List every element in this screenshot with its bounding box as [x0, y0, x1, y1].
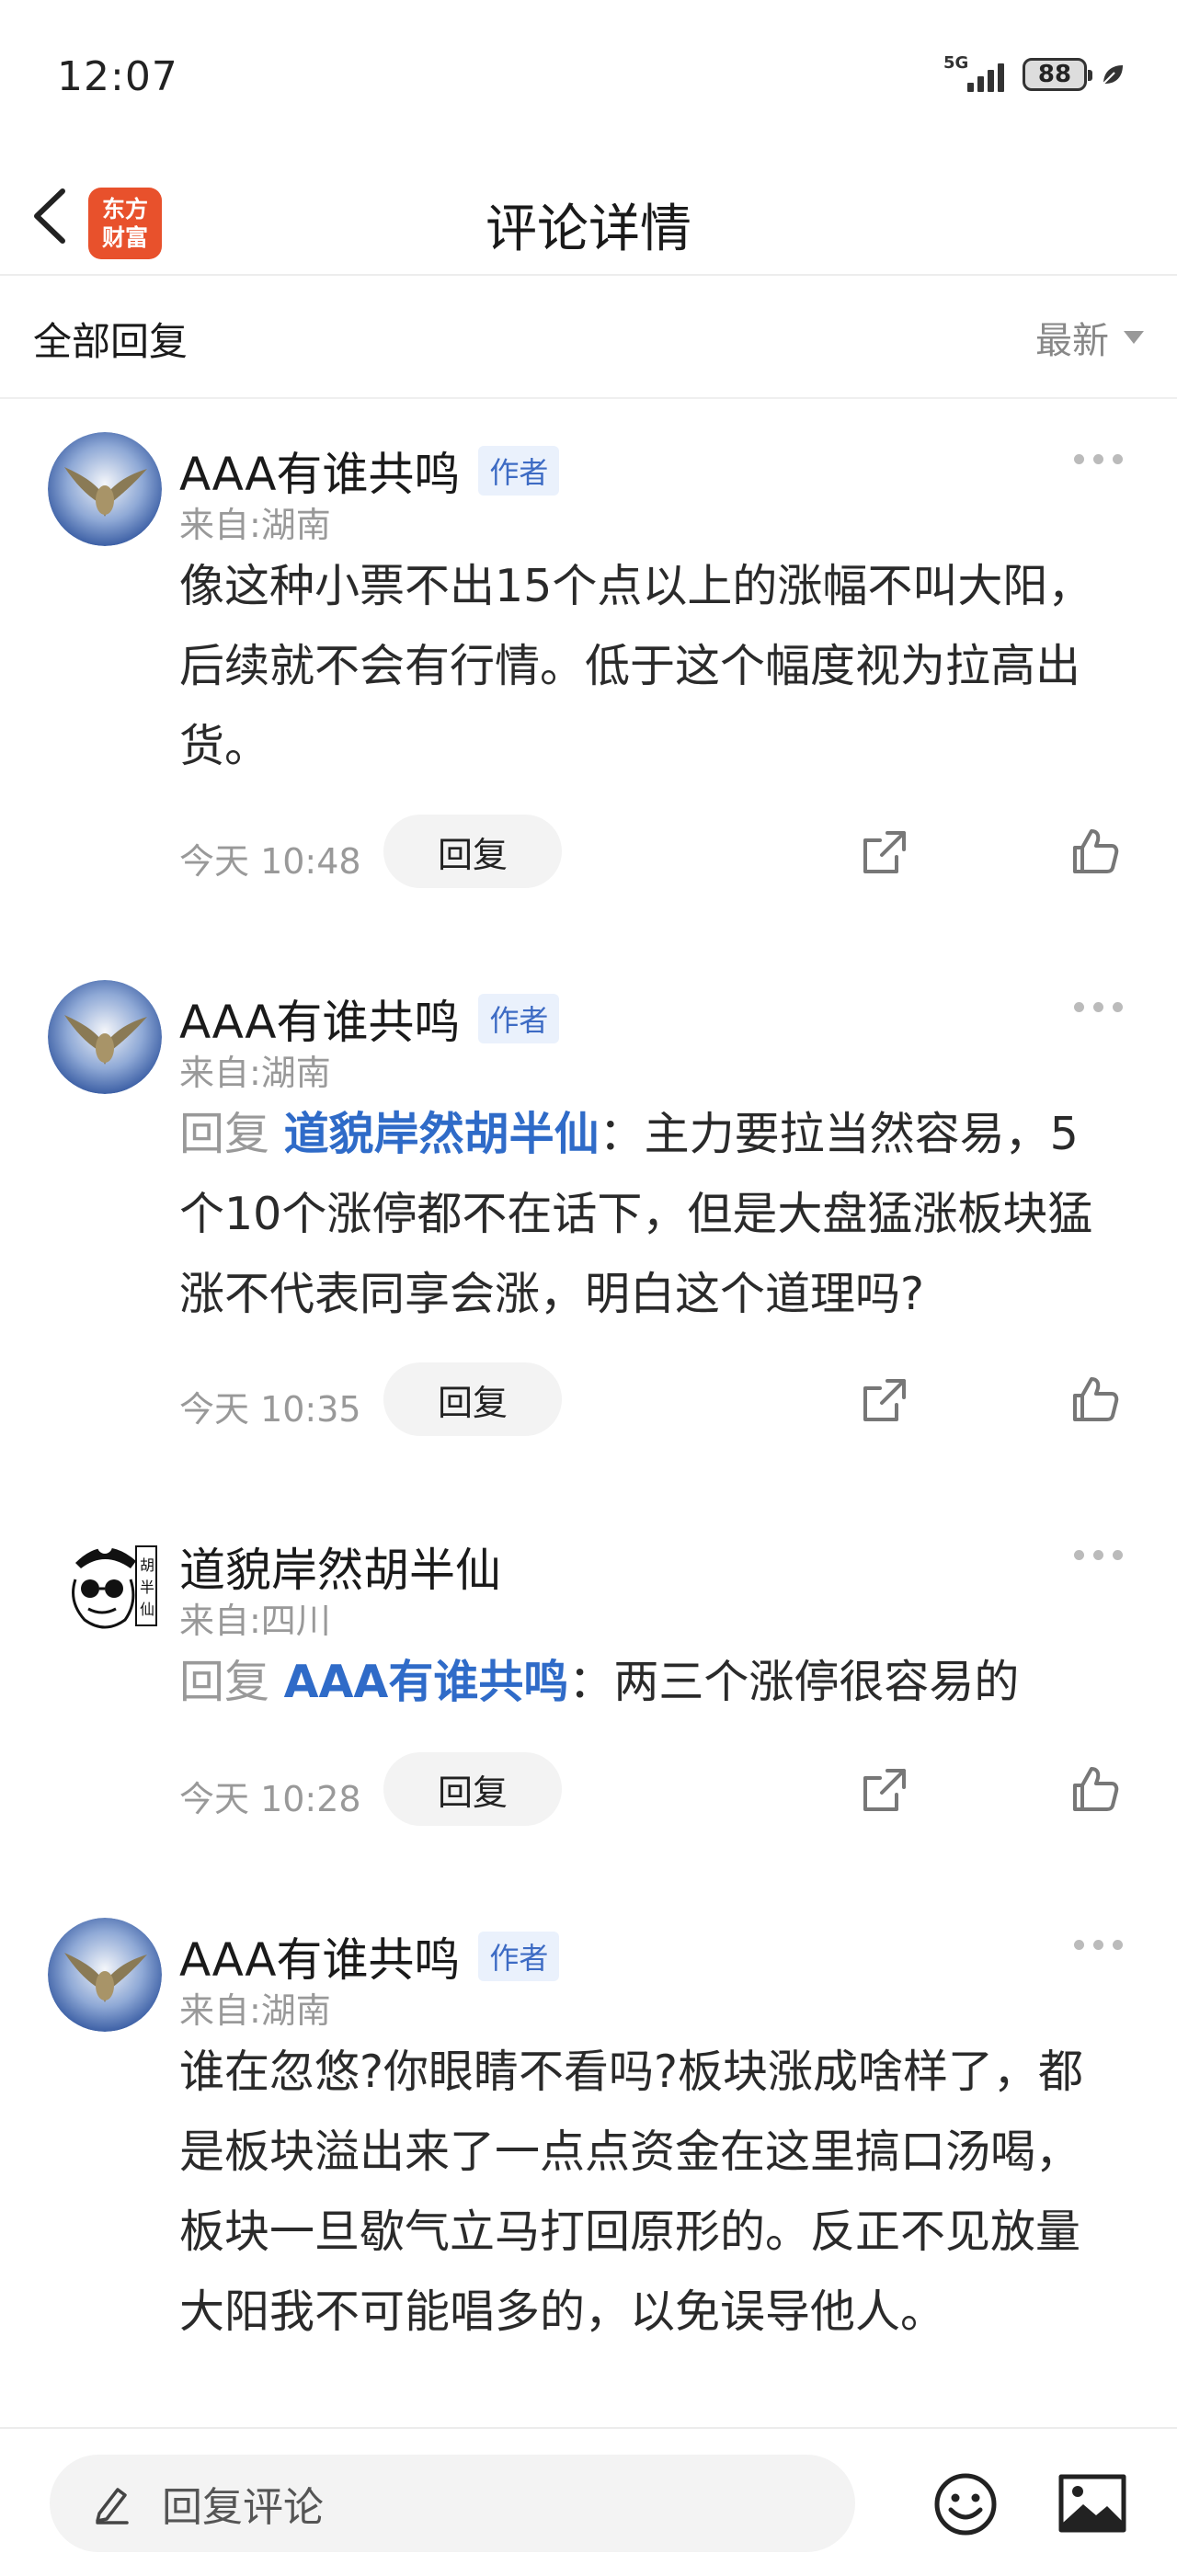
comment-text: 回复 AAA有谁共鸣：两三个涨停很容易的: [179, 1642, 1108, 1722]
author-badge: 作者: [478, 994, 560, 1043]
author-badge: 作者: [478, 1932, 560, 1981]
comment-content: 谁在忽悠?你眼睛不看吗?板块涨成啥样了，都是板块溢出来了一点点资金在这里搞口汤喝…: [179, 2046, 1084, 2338]
name-row: 道貌岸然胡半仙: [179, 1533, 501, 1600]
share-icon[interactable]: [860, 1765, 909, 1815]
name-row: AAA有谁共鸣 作者: [179, 438, 560, 504]
reply-button[interactable]: 回复: [383, 815, 562, 888]
reply-placeholder: 回复评论: [162, 2484, 324, 2531]
avatar[interactable]: [48, 432, 162, 546]
dove-avatar-icon: [48, 432, 162, 546]
username[interactable]: AAA有谁共鸣: [179, 1923, 460, 1989]
comment-actions: 今天 10:35 回复: [179, 1362, 1136, 1436]
separator: ：: [599, 1108, 645, 1160]
mention-link[interactable]: AAA有谁共鸣: [284, 1656, 569, 1708]
svg-text:胡: 胡: [140, 1556, 154, 1574]
username[interactable]: AAA有谁共鸣: [179, 438, 460, 504]
reply-button[interactable]: 回复: [383, 1362, 562, 1436]
comment-text: 像这种小票不出15个点以上的涨幅不叫大阳，后续就不会有行情。低于这个幅度视为拉高…: [179, 546, 1108, 786]
location: 来自:湖南: [179, 1990, 331, 2031]
network-type: 5G: [943, 53, 969, 73]
timestamp: 今天 10:28: [179, 1779, 361, 1819]
comment-item: AAA有谁共鸣 作者 来自:湖南 谁在忽悠?你眼睛不看吗?板块涨成啥样了，都是板…: [0, 1918, 1177, 2427]
image-icon[interactable]: [1057, 2473, 1127, 2534]
username[interactable]: 道貌岸然胡半仙: [179, 1533, 501, 1600]
comment-content: 两三个涨停很容易的: [613, 1656, 1020, 1708]
comment-text: 谁在忽悠?你眼睛不看吗?板块涨成啥样了，都是板块溢出来了一点点资金在这里搞口汤喝…: [179, 2032, 1108, 2352]
avatar[interactable]: [48, 1918, 162, 2032]
more-dots-icon[interactable]: [1074, 1541, 1129, 1568]
name-row: AAA有谁共鸣 作者: [179, 1923, 560, 1989]
more-dots-icon[interactable]: [1074, 1931, 1129, 1958]
top-navigation: 东方 财富 评论详情: [0, 156, 1177, 276]
comment-item: 胡 半 仙 道貌岸然胡半仙 来自:四川 回复 AAA有谁共鸣：两三个涨停很容易的…: [0, 1528, 1177, 1841]
name-row: AAA有谁共鸣 作者: [179, 986, 560, 1052]
reply-comment-input[interactable]: 回复评论: [50, 2455, 855, 2552]
battery-icon: 88: [1023, 58, 1092, 91]
author-badge: 作者: [478, 446, 560, 496]
more-dots-icon[interactable]: [1074, 445, 1129, 473]
comment-content: 像这种小票不出15个点以上的涨幅不叫大阳，后续就不会有行情。低于这个幅度视为拉高…: [179, 560, 1093, 772]
status-bar: 12:07 5G 88: [0, 0, 1177, 156]
comment-actions: 今天 10:48 回复: [179, 815, 1136, 888]
avatar[interactable]: 胡 半 仙: [48, 1528, 162, 1642]
page-title: 评论详情: [486, 199, 691, 259]
chevron-down-icon: [1124, 331, 1144, 344]
dove-avatar-icon: [48, 1918, 162, 2032]
location: 来自:四川: [179, 1601, 331, 1641]
sort-label: 最新: [1035, 320, 1109, 362]
separator: ：: [568, 1656, 614, 1708]
timestamp: 今天 10:35: [179, 1389, 361, 1430]
bottom-reply-bar: 回复评论: [0, 2427, 1177, 2576]
svg-text:半: 半: [140, 1579, 154, 1596]
dove-avatar-icon: [48, 980, 162, 1094]
comment-text: 回复 道貌岸然胡半仙：主力要拉当然容易，5个10个涨停都不在话下，但是大盘猛涨板…: [179, 1094, 1108, 1334]
signal-icon: 5G: [943, 53, 1010, 96]
share-icon[interactable]: [860, 1375, 909, 1425]
reply-prefix: 回复: [179, 1656, 284, 1708]
timestamp: 今天 10:48: [179, 841, 361, 882]
thumbs-up-icon[interactable]: [1069, 1373, 1121, 1425]
reply-prefix: 回复: [179, 1108, 284, 1160]
sort-dropdown[interactable]: 最新: [1035, 311, 1144, 364]
comment-item: AAA有谁共鸣 作者 来自:湖南 像这种小票不出15个点以上的涨幅不叫大阳，后续…: [0, 432, 1177, 910]
all-replies-label: 全部回复: [33, 319, 189, 364]
more-dots-icon[interactable]: [1074, 993, 1129, 1020]
emoji-icon[interactable]: [932, 2471, 999, 2537]
thumbs-up-icon[interactable]: [1069, 1763, 1121, 1815]
leaf-icon: [1103, 65, 1123, 85]
sketch-avatar-icon: 胡 半 仙: [48, 1528, 162, 1642]
reply-filter-bar: 全部回复 最新: [0, 274, 1177, 399]
mention-link[interactable]: 道貌岸然胡半仙: [284, 1108, 600, 1160]
location: 来自:湖南: [179, 1053, 331, 1093]
thumbs-up-icon[interactable]: [1069, 826, 1121, 877]
status-time: 12:07: [57, 53, 178, 100]
svg-text:仙: 仙: [140, 1601, 154, 1618]
pencil-icon: [96, 2488, 129, 2525]
comment-item: AAA有谁共鸣 作者 来自:湖南 回复 道貌岸然胡半仙：主力要拉当然容易，5个1…: [0, 980, 1177, 1458]
reply-button[interactable]: 回复: [383, 1752, 562, 1826]
comment-actions: 今天 10:28 回复: [179, 1752, 1136, 1826]
status-icons: 5G 88: [943, 53, 1126, 96]
share-icon[interactable]: [860, 827, 909, 877]
avatar[interactable]: [48, 980, 162, 1094]
location: 来自:湖南: [179, 505, 331, 545]
username[interactable]: AAA有谁共鸣: [179, 986, 460, 1052]
